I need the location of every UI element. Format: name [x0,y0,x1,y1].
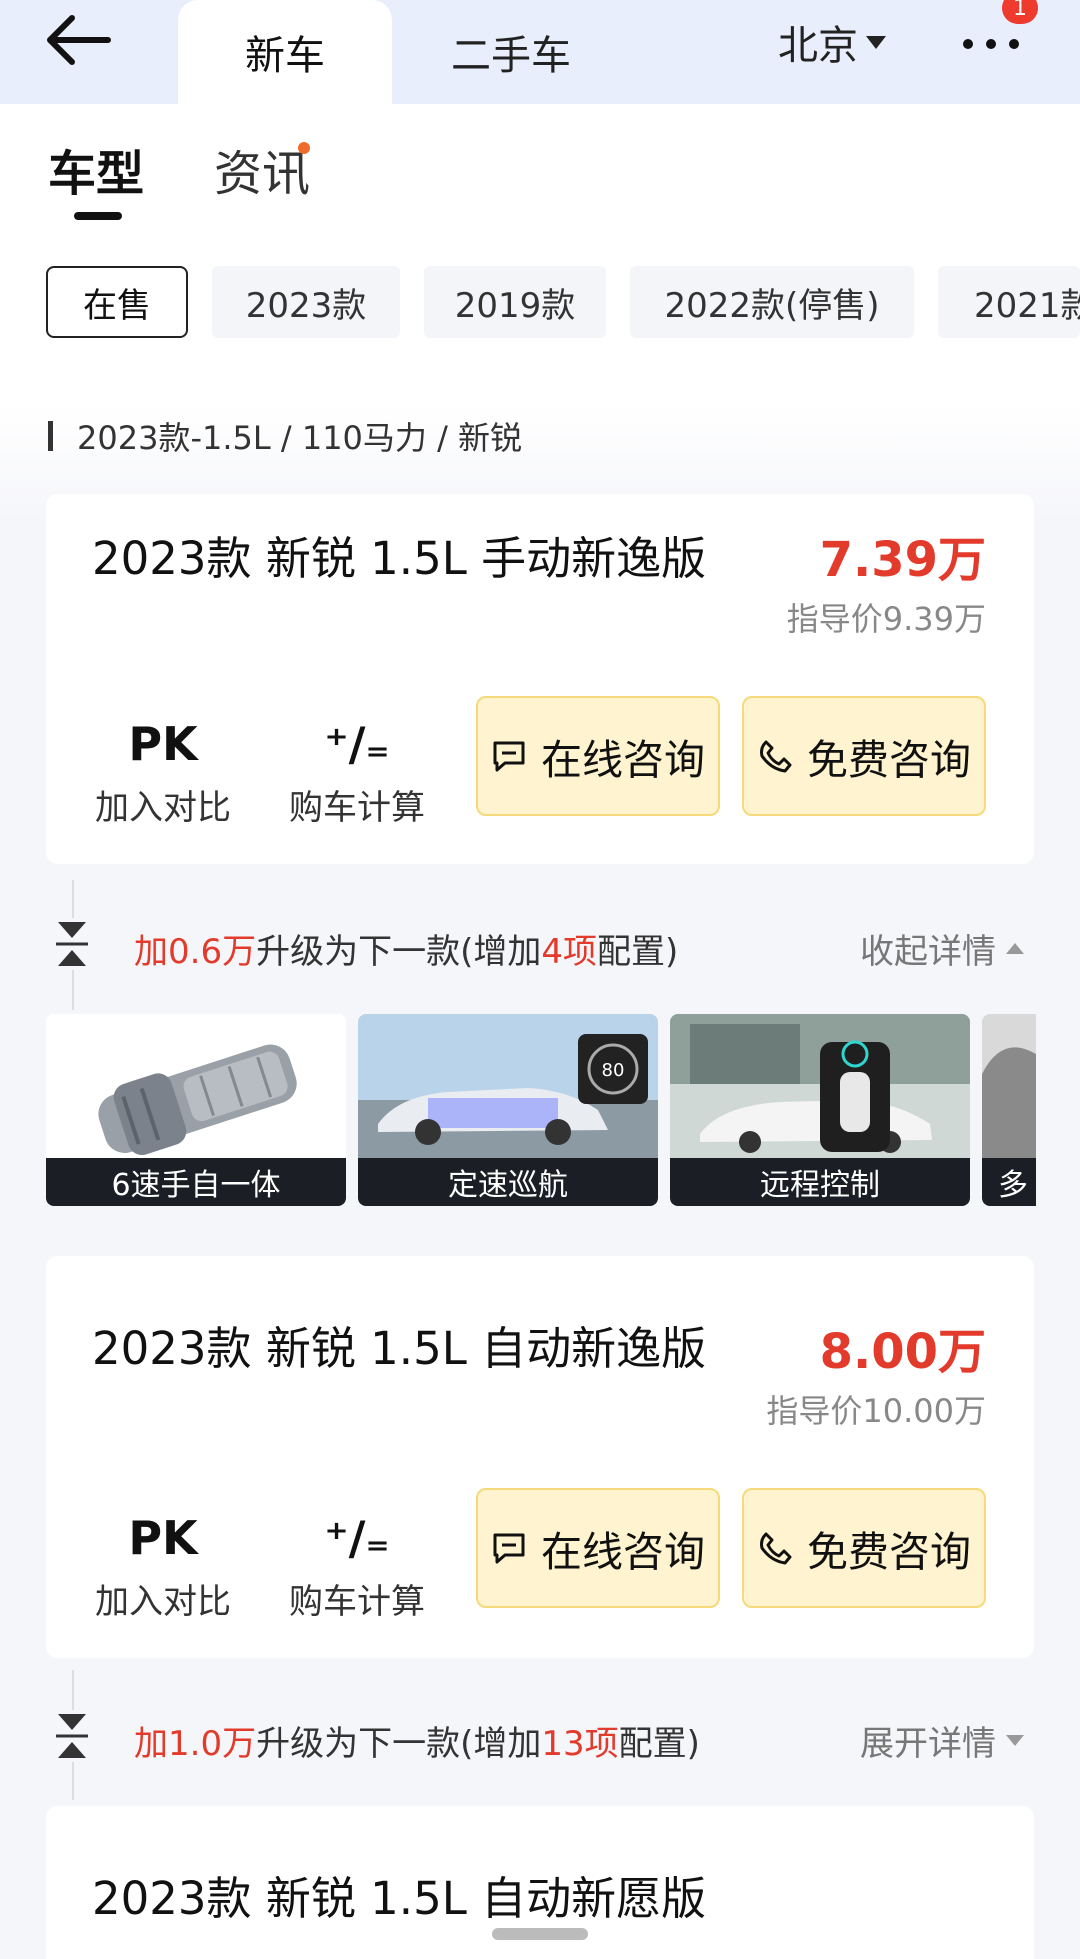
remote-control-image [670,1014,970,1158]
filter-chip-2023[interactable]: 2023款 [212,266,400,338]
filter-chip-2019[interactable]: 2019款 [424,266,606,338]
tab-new-car[interactable]: 新车 [178,0,392,104]
phone-icon [760,740,792,773]
car-interior-image [982,1014,1036,1158]
upgrade-row: 加0.6万升级为下一款(增加4项配置) 收起详情 [0,880,1080,1010]
expand-details-toggle[interactable]: 展开详情 [860,1716,1024,1765]
upgrade-middle-text: 升级为下一款(增加 [256,1724,542,1764]
caret-down-icon [1006,1735,1024,1746]
phone-icon [760,1532,792,1565]
upgrade-suffix-text: 配置) [596,932,679,972]
tab-used-car[interactable]: 二手车 [392,0,630,104]
arrow-left-icon[interactable] [44,12,114,68]
calculator-label: 购车计算 [289,1582,425,1622]
online-consult-button[interactable]: 在线咨询 [476,1488,720,1608]
filter-chip-2022[interactable]: 2022款(停售) [630,266,914,338]
chat-bubble-icon [493,1533,525,1564]
calculator-icon: ⁺∕₌ [324,717,390,771]
tab-used-car-label: 二手车 [451,33,571,79]
trim-price: 7.39万 [819,532,986,588]
caret-up-icon [1006,943,1024,954]
collapse-arrows-icon [54,918,90,970]
trim-card[interactable]: 2023款 新锐 1.5L 自动新逸版 8.00万 指导价10.00万 PK 加… [46,1256,1034,1658]
guide-price: 指导价10.00万 [766,1392,986,1430]
feature-caption: 多 [982,1158,1036,1206]
section-label-text: 2023款-1.5L / 110马力 / 新锐 [77,419,523,457]
calculator-action[interactable]: ⁺∕₌ 购车计算 [282,1508,432,1623]
feature-caption: 远程控制 [670,1158,970,1206]
feature-card-cruise[interactable]: 80 定速巡航 [358,1014,658,1206]
compare-label: 加入对比 [95,788,231,828]
active-subtab-indicator [74,212,122,220]
upgrade-suffix-text: 配置) [618,1724,700,1764]
upgrade-text: 加1.0万升级为下一款(增加13项配置) [134,1716,700,1765]
free-consult-button[interactable]: 免费咨询 [742,1488,986,1608]
free-consult-label: 免费咨询 [807,736,971,784]
trim-title: 2023款 新锐 1.5L 自动新逸版 [92,1322,707,1375]
pk-icon: PK [128,717,198,771]
calculator-action[interactable]: ⁺∕₌ 购车计算 [282,714,432,829]
upgrade-price-diff: 加1.0万 [134,1724,257,1764]
section-label: 2023款-1.5L / 110马力 / 新锐 [48,416,523,457]
feature-caption: 定速巡航 [358,1158,658,1206]
upgrade-price-diff: 加0.6万 [134,932,257,972]
svg-text:80: 80 [602,1060,625,1081]
caret-down-icon [866,35,886,49]
expand-arrows-icon [54,1710,90,1762]
online-consult-label: 在线咨询 [541,736,705,784]
upgrade-row: 加1.0万升级为下一款(增加13项配置) 展开详情 [0,1670,1080,1800]
trim-card[interactable]: 2023款 新锐 1.5L 手动新逸版 7.39万 指导价9.39万 PK 加入… [46,494,1034,864]
pk-icon: PK [128,1511,198,1565]
chat-bubble-icon [493,741,525,772]
calculator-label: 购车计算 [289,788,425,828]
free-consult-label: 免费咨询 [807,1528,971,1576]
free-consult-button[interactable]: 免费咨询 [742,696,986,816]
more-dots-icon[interactable] [958,20,1024,60]
compare-label: 加入对比 [95,1582,231,1622]
upgrade-middle-text: 升级为下一款(增加 [256,932,542,972]
subtab-news[interactable]: 资讯 [214,134,310,204]
expand-details-label: 展开详情 [860,1724,996,1764]
filter-chip-2021[interactable]: 2021款 [938,266,1080,338]
filter-chip-on-sale[interactable]: 在售 [46,266,188,338]
feature-card-partial[interactable]: 多 [982,1014,1036,1206]
notification-badge: 1 [1002,0,1038,24]
city-name: 北京 [778,23,858,69]
online-consult-label: 在线咨询 [541,1528,705,1576]
home-indicator [492,1928,588,1940]
cruise-control-image: 80 [358,1014,658,1158]
feature-card-transmission[interactable]: 6速手自一体 [46,1014,346,1206]
trim-price: 8.00万 [819,1324,986,1380]
guide-price: 指导价9.39万 [786,600,986,638]
city-selector[interactable]: 北京 [778,14,886,70]
collapse-details-label: 收起详情 [860,932,996,972]
feature-card-remote[interactable]: 远程控制 [670,1014,970,1206]
compare-action[interactable]: PK 加入对比 [88,714,238,829]
transmission-image [46,1014,346,1158]
compare-action[interactable]: PK 加入对比 [88,1508,238,1623]
news-dot-indicator [298,142,310,154]
trim-title: 2023款 新锐 1.5L 手动新逸版 [92,532,707,585]
collapse-details-toggle[interactable]: 收起详情 [860,924,1024,973]
upgrade-feature-count: 4项 [541,932,597,972]
trim-title: 2023款 新锐 1.5L 自动新愿版 [92,1872,707,1925]
upgrade-feature-count: 13项 [541,1724,619,1764]
online-consult-button[interactable]: 在线咨询 [476,696,720,816]
calculator-icon: ⁺∕₌ [324,1511,390,1565]
feature-caption: 6速手自一体 [46,1158,346,1206]
tab-new-car-label: 新车 [245,33,325,79]
subtab-models[interactable]: 车型 [48,134,144,204]
section-bar [48,421,53,451]
top-bar: 新车 二手车 北京 1 [0,0,1080,104]
upgrade-text: 加0.6万升级为下一款(增加4项配置) [134,924,678,973]
